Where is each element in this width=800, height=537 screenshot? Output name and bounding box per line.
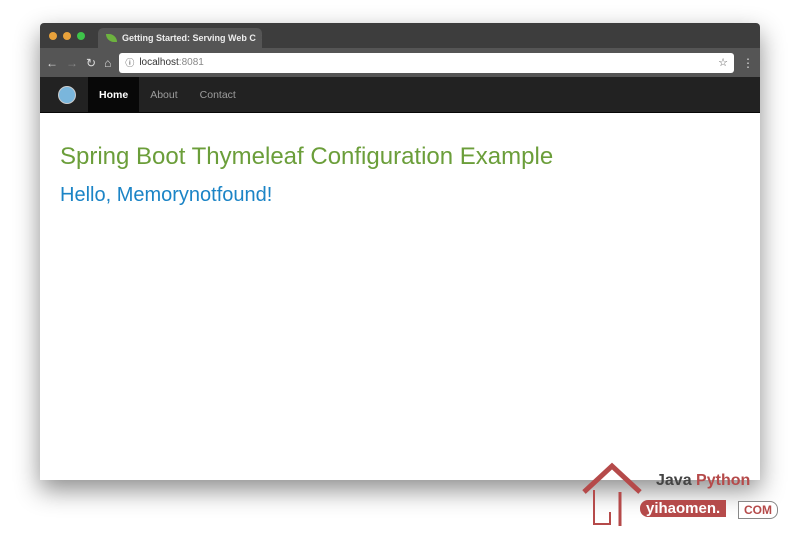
greeting: Hello, Memorynotfound! [60, 184, 273, 206]
nav-home[interactable]: Home [88, 77, 140, 112]
forward-icon[interactable]: → [66, 56, 78, 70]
brand-logo[interactable] [58, 77, 88, 112]
lightbulb-icon [58, 85, 76, 104]
navbar: Home About Contact [40, 77, 760, 113]
close-tab-icon[interactable]: ✕ [261, 33, 262, 44]
minimize-window-button[interactable] [63, 32, 71, 40]
house-icon [582, 462, 642, 526]
tab-title: Getting Started: Serving Web C [122, 33, 256, 43]
back-icon[interactable]: ← [46, 56, 58, 70]
toolbar: ← → ↻ ⌂ ⓘ localhost:8081 ☆ ⋮ [40, 48, 760, 77]
url-port: :8081 [178, 57, 204, 68]
menu-icon[interactable]: ⋮ [742, 56, 754, 70]
reload-icon[interactable]: ↻ [86, 56, 96, 70]
watermark-com: COM [738, 501, 778, 519]
close-window-button[interactable] [49, 32, 57, 40]
info-icon[interactable]: ⓘ [125, 56, 134, 69]
url-host: localhost [139, 57, 179, 68]
spring-leaf-icon [106, 34, 117, 42]
title-bar: Getting Started: Serving Web C ✕ [40, 23, 760, 48]
maximize-window-button[interactable] [77, 32, 85, 40]
watermark-java: Java [656, 472, 692, 489]
watermark-python: Python [696, 472, 751, 489]
bookmark-star-icon[interactable]: ☆ [718, 56, 728, 69]
address-bar[interactable]: ⓘ localhost:8081 ☆ [119, 52, 734, 73]
page-title: Spring Boot Thymeleaf Configuration Exam… [60, 143, 554, 170]
nav-contact[interactable]: Contact [189, 77, 247, 112]
home-icon[interactable]: ⌂ [104, 56, 111, 70]
browser-tab[interactable]: Getting Started: Serving Web C ✕ [98, 28, 262, 48]
watermark-logo: Java Python yihaomen. COM [580, 462, 790, 532]
browser-window: Getting Started: Serving Web C ✕ ← → ↻ ⌂… [40, 23, 760, 480]
watermark-site: yihaomen. [640, 500, 727, 517]
nav-about[interactable]: About [139, 77, 188, 112]
